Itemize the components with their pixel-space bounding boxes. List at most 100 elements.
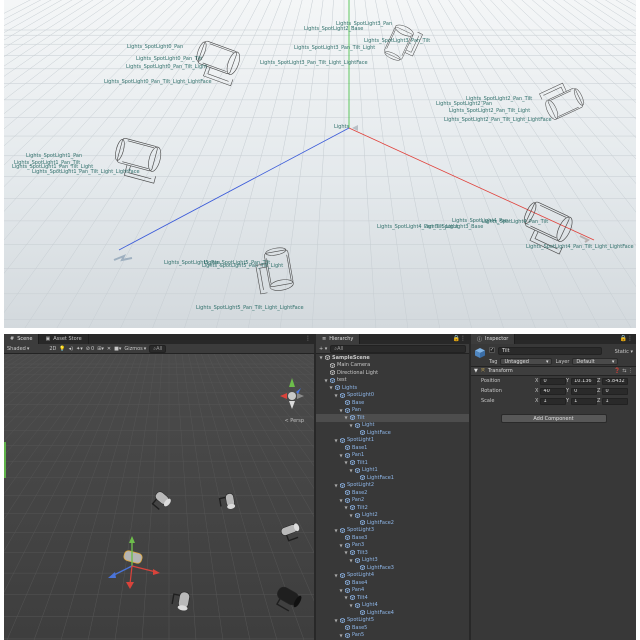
hierarchy-item[interactable]: ▼ Pan4	[316, 587, 469, 595]
tab-asset-store[interactable]: ▣ Asset Store	[39, 334, 89, 344]
transform-component-header[interactable]: ▼ ⤧ Transform ❓ ⇆ ⋮	[471, 366, 636, 376]
tools-toggle-icon[interactable]: ✕	[107, 346, 111, 352]
y-value-input[interactable]: 10.136	[571, 377, 597, 385]
add-object-button[interactable]: + ▾	[319, 346, 327, 352]
axis-label[interactable]: Y	[566, 388, 569, 394]
tab-asset-store-label: Asset Store	[53, 336, 82, 342]
hierarchy-item[interactable]: ▼ SpotLight3	[316, 527, 469, 535]
hierarchy-item[interactable]: LightFace3	[316, 564, 469, 572]
hierarchy-item[interactable]: Base2	[316, 489, 469, 497]
hierarchy-item[interactable]: Base4	[316, 579, 469, 587]
axis-label[interactable]: Z	[597, 398, 600, 404]
persp-label[interactable]: < Persp	[284, 418, 304, 424]
axis-label[interactable]: X	[535, 378, 538, 384]
vector-field-y: Y0	[566, 387, 597, 395]
scene-more-icon[interactable]: ⋮	[305, 335, 311, 342]
hierarchy-item[interactable]: ▼ Light2	[316, 512, 469, 520]
toggle-2d-button[interactable]: 2D	[49, 346, 56, 352]
inspector-panel: ⓘ Inspector 🔒⋮ ✓ Tilt Static ▾ Tag Untag…	[471, 334, 636, 640]
z-value-input[interactable]: 0	[602, 387, 628, 395]
transform-row: Scale X 1 Y 1 Z 1	[471, 396, 636, 406]
hierarchy-item[interactable]: ▼ SampleScene	[316, 354, 469, 362]
hierarchy-item[interactable]: ▼ SpotLight0	[316, 392, 469, 400]
info-icon: ⓘ	[477, 336, 483, 343]
effects-dropdown[interactable]: ✦▾	[76, 346, 83, 352]
hierarchy-item[interactable]: ▼ SpotLight1	[316, 437, 469, 445]
axis-label[interactable]: Y	[566, 398, 569, 404]
hierarchy-item[interactable]: ▼ Pan5	[316, 632, 469, 640]
x-value-input[interactable]: 40	[540, 387, 566, 395]
hierarchy-item[interactable]: Base3	[316, 534, 469, 542]
hierarchy-item[interactable]: ▼ Pan2	[316, 497, 469, 505]
spotlight-model[interactable]	[280, 523, 302, 542]
hierarchy-item[interactable]: LightFace1	[316, 474, 469, 482]
scene-search-input[interactable]: ⌕ All	[149, 344, 167, 353]
hierarchy-item[interactable]: ▼ Tilt2	[316, 504, 469, 512]
x-value-input[interactable]: 1	[540, 397, 566, 405]
hierarchy-item[interactable]: ▼ Light	[316, 422, 469, 430]
camera-settings-dropdown[interactable]: ■▾	[114, 346, 121, 352]
lighting-toggle-icon[interactable]: 💡	[59, 346, 65, 352]
hierarchy-item[interactable]: ▼ SpotLight5	[316, 617, 469, 625]
spotlight-model[interactable]	[171, 590, 190, 611]
scene-viewport[interactable]: < Persp	[4, 354, 314, 640]
hierarchy-item[interactable]: ▼ SpotLight4	[316, 572, 469, 580]
hierarchy-item[interactable]: ▼ Tilt1	[316, 459, 469, 467]
hierarchy-item[interactable]: Directional Light	[316, 369, 469, 377]
gizmos-dropdown[interactable]: Gizmos ▾	[124, 346, 146, 352]
axis-label[interactable]: Z	[597, 378, 600, 384]
add-component-button[interactable]: Add Component	[500, 414, 607, 423]
object-name-field[interactable]: Tilt	[498, 347, 602, 355]
tab-hierarchy[interactable]: ≡ Hierarchy	[316, 334, 361, 344]
gameobject-icon	[344, 490, 350, 496]
hidden-objects-toggle[interactable]: ⊘ 0	[86, 346, 94, 352]
z-value-input[interactable]: -5.8432	[602, 377, 628, 385]
transform-icon: ⤧	[480, 368, 485, 374]
axis-label[interactable]: X	[535, 398, 538, 404]
hierarchy-item-label: Base3	[352, 534, 368, 541]
hierarchy-item[interactable]: Base	[316, 399, 469, 407]
hierarchy-item[interactable]: Base1	[316, 444, 469, 452]
top-3d-viewport[interactable]: Lights_SpotLight0_Pan Lights_SpotLight0_P…	[4, 0, 636, 328]
hierarchy-item[interactable]: LightFace4	[316, 609, 469, 617]
hierarchy-item[interactable]: ▼ Light1	[316, 467, 469, 475]
hierarchy-item[interactable]: ▼ Lights	[316, 384, 469, 392]
hierarchy-item[interactable]: Main Camera	[316, 362, 469, 370]
hierarchy-item[interactable]: Base5	[316, 624, 469, 632]
layer-dropdown[interactable]: Default ▾	[572, 358, 619, 365]
hierarchy-lock-icon[interactable]: 🔒⋮	[453, 335, 466, 342]
hierarchy-item[interactable]: LightFace2	[316, 519, 469, 527]
hierarchy-item[interactable]: ▼ Pan3	[316, 542, 469, 550]
hierarchy-item[interactable]: ▼ Tilt3	[316, 549, 469, 557]
z-value-input[interactable]: 1	[602, 397, 628, 405]
hierarchy-item-label: Light4	[362, 602, 378, 609]
static-dropdown[interactable]: Static ▾	[615, 349, 633, 355]
y-value-input[interactable]: 0	[571, 387, 597, 395]
axis-label[interactable]: Z	[597, 388, 600, 394]
hierarchy-item[interactable]: ▼ Pan	[316, 407, 469, 415]
hierarchy-item[interactable]: ▼ Light3	[316, 557, 469, 565]
hierarchy-item[interactable]: ▼ test	[316, 377, 469, 385]
hierarchy-search-input[interactable]: ⌕ All	[330, 344, 466, 353]
inspector-lock-icon[interactable]: 🔒⋮	[620, 335, 633, 342]
hierarchy-item[interactable]: ▼ Tilt	[316, 414, 469, 422]
axis-label[interactable]: X	[535, 388, 538, 394]
tab-inspector-label: Inspector	[485, 336, 509, 342]
spotlight-model[interactable]	[272, 585, 303, 614]
component-menu-icon[interactable]: ❓ ⇆ ⋮	[614, 368, 633, 374]
hierarchy-item[interactable]: ▼ Light4	[316, 602, 469, 610]
shading-mode-dropdown[interactable]: Shaded ▾	[7, 346, 29, 352]
audio-toggle-icon[interactable]: ◂)	[69, 346, 73, 352]
x-value-input[interactable]: 0	[540, 377, 566, 385]
hierarchy-item[interactable]: ▼ SpotLight2	[316, 482, 469, 490]
active-checkbox[interactable]: ✓	[489, 347, 495, 353]
hierarchy-item[interactable]: ▼ Pan1	[316, 452, 469, 460]
y-value-input[interactable]: 1	[571, 397, 597, 405]
tab-scene[interactable]: # Scene	[4, 334, 40, 344]
hierarchy-item[interactable]: ▼ Tilt4	[316, 594, 469, 602]
grid-toggle-icon[interactable]: ⊞▾	[97, 346, 104, 352]
tab-inspector[interactable]: ⓘ Inspector	[471, 334, 516, 344]
hierarchy-item[interactable]: LightFace	[316, 429, 469, 437]
tag-dropdown[interactable]: Untagged ▾	[500, 358, 553, 365]
axis-label[interactable]: Y	[566, 378, 569, 384]
